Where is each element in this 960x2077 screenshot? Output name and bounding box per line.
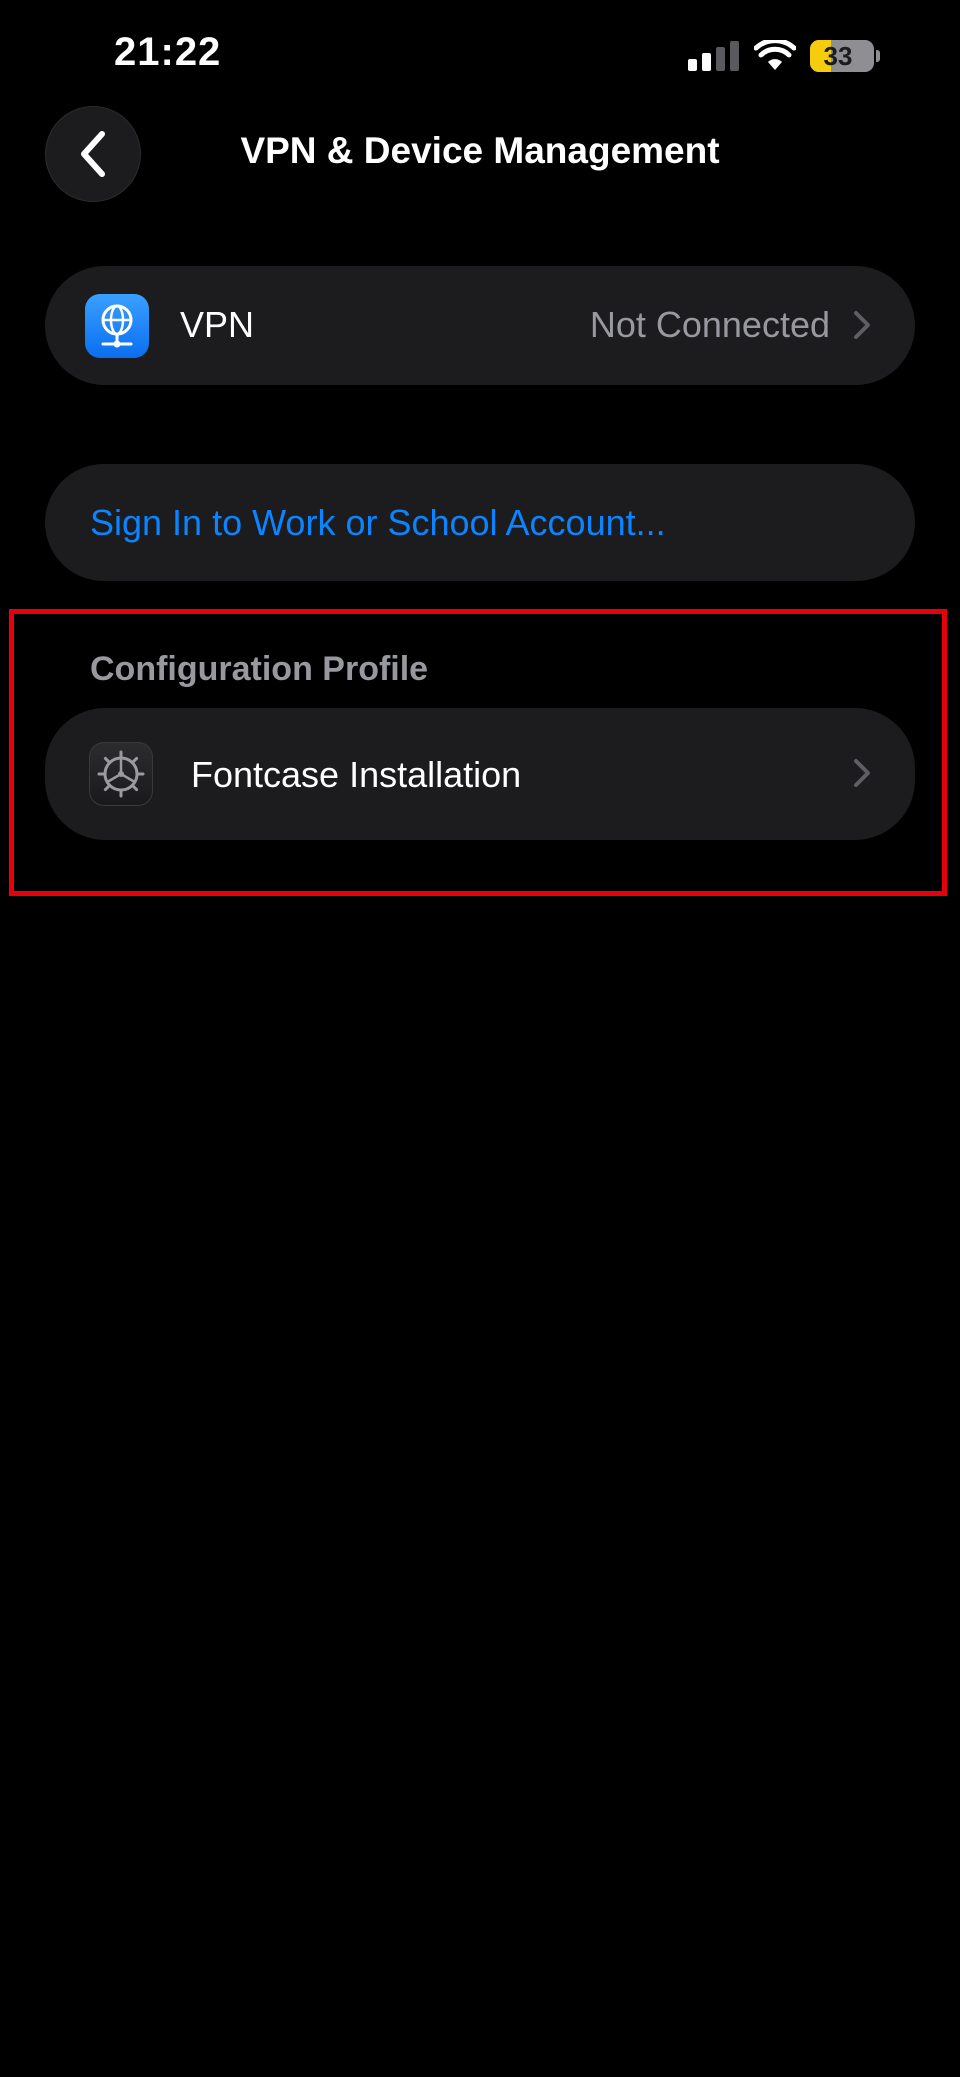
sign-in-work-school-account-row[interactable]: Sign In to Work or School Account... (45, 464, 915, 581)
battery-cap (876, 50, 880, 62)
vpn-status: Not Connected (589, 304, 830, 345)
cellular-signal-icon (688, 41, 739, 71)
chevron-right-icon (854, 311, 870, 339)
status-bar: 21:22 33 (0, 0, 960, 110)
vpn-row[interactable]: VPN Not Connected (45, 266, 915, 385)
page-title: VPN & Device Management (240, 130, 720, 171)
back-button[interactable] (45, 106, 141, 202)
chevron-left-icon (81, 131, 105, 177)
status-indicators: 33 (688, 36, 880, 76)
globe-network-icon (85, 294, 149, 358)
sign-in-link[interactable]: Sign In to Work or School Account... (90, 502, 666, 544)
battery-level: 33 (823, 41, 853, 71)
wifi-icon (754, 40, 796, 70)
vpn-label: VPN (180, 304, 255, 345)
battery-icon: 33 (810, 40, 874, 72)
highlight-box (9, 609, 947, 896)
status-time: 21:22 (114, 30, 222, 74)
